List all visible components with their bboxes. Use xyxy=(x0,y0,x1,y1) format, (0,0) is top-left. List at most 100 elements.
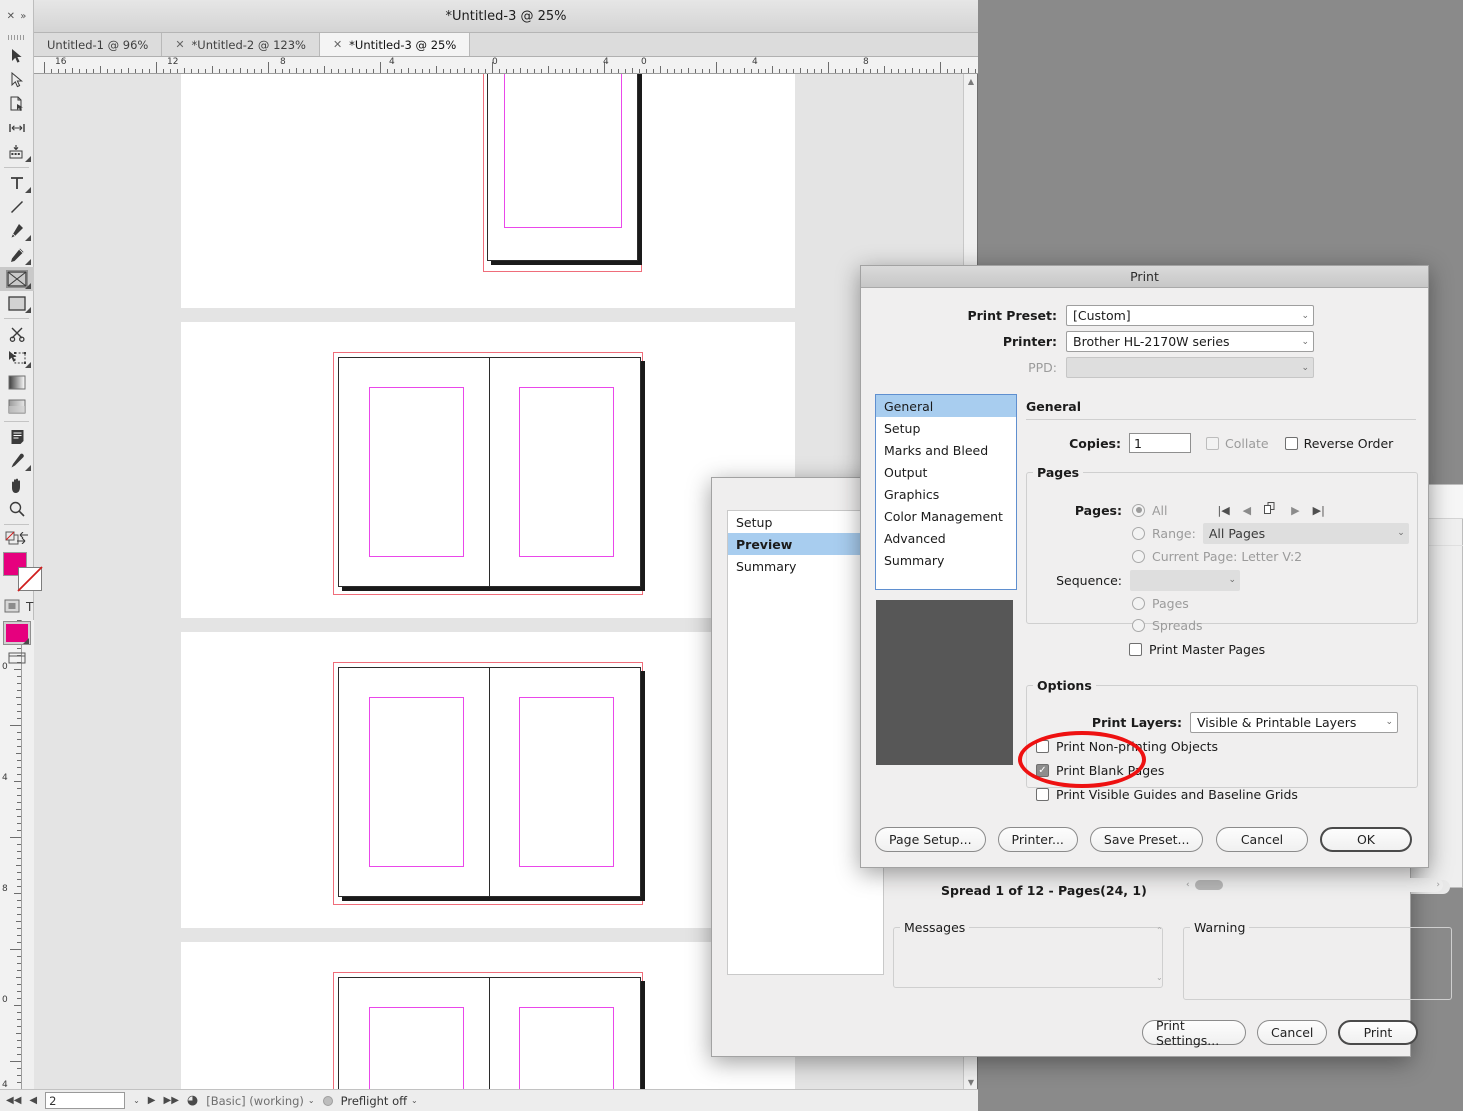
chevron-down-icon[interactable]: ⌄ xyxy=(1228,575,1236,585)
chevron-left-icon[interactable]: ‹ xyxy=(1186,878,1190,892)
sequence-spreads-radio[interactable] xyxy=(1132,618,1145,632)
print-dialog-cancel-button[interactable]: Cancel xyxy=(1216,827,1308,852)
previous-spread-icon[interactable]: ◀ xyxy=(1243,504,1251,517)
print-blank-pages-row[interactable]: Print Blank Pages xyxy=(1027,759,1419,782)
chevron-up-icon[interactable]: ▲ xyxy=(964,74,978,88)
previous-page-icon[interactable]: ◀ xyxy=(29,1095,37,1106)
chevron-down-icon[interactable]: ⌄ xyxy=(1397,528,1405,538)
tool-flyout-arrow[interactable] xyxy=(25,465,31,471)
pages-range-select[interactable]: All Pages ⌄ xyxy=(1202,522,1409,544)
gap-tool[interactable] xyxy=(0,116,34,140)
page-tool[interactable] xyxy=(0,92,34,116)
first-page-icon[interactable]: ◀◀ xyxy=(6,1095,21,1106)
chevron-down-icon[interactable]: ⌄ xyxy=(1301,337,1309,347)
spread-1[interactable] xyxy=(181,74,795,308)
spreads-icon[interactable] xyxy=(1264,502,1278,518)
print-layers-select[interactable]: Visible & Printable Layers ⌄ xyxy=(1190,711,1398,733)
tool-flyout-arrow[interactable] xyxy=(25,362,31,368)
printer-button[interactable]: Printer... xyxy=(997,827,1078,852)
pages-all-radio[interactable] xyxy=(1132,503,1145,517)
scrollbar-thumb[interactable] xyxy=(1195,880,1223,890)
print-master-pages-row[interactable]: Print Master Pages xyxy=(1027,638,1419,660)
last-page-icon[interactable]: ▶▶ xyxy=(164,1095,179,1106)
tools-panel[interactable]: ✕ » T xyxy=(0,0,43,664)
content-collector-tool[interactable] xyxy=(0,140,34,164)
sequence-pages-radio[interactable] xyxy=(1132,596,1145,610)
print-master-pages-checkbox[interactable] xyxy=(1129,642,1142,656)
horizontal-ruler[interactable]: 16 12 8 4 0 4 0 4 8 xyxy=(34,57,978,74)
sequence-pages-row[interactable]: Pages xyxy=(1027,592,1419,614)
print-nav-item-color-management[interactable]: Color Management xyxy=(876,505,1016,527)
sequence-spreads-row[interactable]: Spreads xyxy=(1027,614,1419,636)
print-visible-guides-checkbox[interactable] xyxy=(1036,788,1049,801)
gradient-swatch-tool[interactable] xyxy=(0,370,34,394)
tool-flyout-arrow[interactable] xyxy=(25,259,31,265)
tab-untitled-3[interactable]: ✕ *Untitled-3 @ 25% xyxy=(319,33,471,56)
print-button[interactable]: Print xyxy=(1338,1020,1418,1045)
apply-mode-row[interactable]: T xyxy=(0,596,33,618)
print-blank-pages-checkbox[interactable] xyxy=(1036,764,1049,777)
color-theme-tool[interactable] xyxy=(0,449,34,473)
page-navigation-controls[interactable]: |◀ ◀ ▶ ▶| xyxy=(1218,502,1325,518)
rectangle-tool[interactable] xyxy=(0,291,34,315)
style-selector[interactable]: [Basic] (working) ⌄ xyxy=(206,1094,314,1108)
pencil-tool[interactable] xyxy=(0,243,34,267)
save-preset-button[interactable]: Save Preset... xyxy=(1089,827,1204,852)
print-nav-item-graphics[interactable]: Graphics xyxy=(876,483,1016,505)
print-nonprinting-objects-checkbox[interactable] xyxy=(1036,740,1049,753)
tool-flyout-arrow[interactable] xyxy=(25,187,31,193)
hand-tool[interactable] xyxy=(0,473,34,497)
print-nav-item-setup[interactable]: Setup xyxy=(876,417,1016,439)
frame-tool[interactable] xyxy=(0,267,34,291)
clock-icon[interactable]: ◕ xyxy=(187,1093,198,1108)
page-dropdown-icon[interactable]: ⌄ xyxy=(133,1096,140,1105)
direct-selection-tool[interactable] xyxy=(0,68,34,92)
reverse-order-checkbox[interactable] xyxy=(1284,436,1298,450)
line-tool[interactable] xyxy=(0,195,34,219)
scissors-tool[interactable] xyxy=(0,322,34,346)
preview-cancel-button[interactable]: Cancel xyxy=(1257,1020,1328,1045)
tab-untitled-2[interactable]: ✕ *Untitled-2 @ 123% xyxy=(162,33,320,56)
page-setup-button[interactable]: Page Setup... xyxy=(875,827,986,852)
tool-flyout-arrow[interactable] xyxy=(25,307,31,313)
tool-flyout-arrow[interactable] xyxy=(25,235,31,241)
apply-color-button[interactable] xyxy=(0,618,33,648)
print-dialog[interactable]: Print Print Preset: [Custom] ⌄ Printer: … xyxy=(860,265,1429,868)
print-nav-item-summary[interactable]: Summary xyxy=(876,549,1016,571)
messages-scroll-up-icon[interactable]: ⌃ xyxy=(1156,926,1163,935)
formatting-affects-text-icon[interactable]: T xyxy=(26,600,33,614)
current-page-radio[interactable] xyxy=(1132,549,1145,563)
free-transform-tool[interactable] xyxy=(0,346,34,370)
tools-panel-grip[interactable] xyxy=(7,35,26,40)
formatting-affects-row[interactable] xyxy=(0,528,33,550)
tool-flyout-arrow[interactable] xyxy=(23,638,29,644)
pages-range-radio[interactable] xyxy=(1132,526,1145,540)
note-tool[interactable] xyxy=(0,425,34,449)
print-dialog-nav-list[interactable]: General Setup Marks and Bleed Output Gra… xyxy=(875,394,1017,590)
print-visible-guides-row[interactable]: Print Visible Guides and Baseline Grids xyxy=(1027,783,1419,806)
type-tool[interactable] xyxy=(0,171,34,195)
formatting-affects-frame-icon[interactable] xyxy=(4,599,20,616)
messages-scroll-down-icon[interactable]: ⌄ xyxy=(1156,973,1163,982)
collate-checkbox-row[interactable]: Collate xyxy=(1206,436,1269,451)
spread-3[interactable] xyxy=(181,632,795,928)
preview-thumbnail-scrollbar[interactable]: ‹ › xyxy=(1183,878,1443,892)
fill-stroke-proxy[interactable] xyxy=(0,550,43,596)
chevron-down-icon[interactable]: ⌄ xyxy=(411,1096,418,1105)
next-page-icon[interactable]: ▶ xyxy=(148,1095,156,1106)
expand-icon[interactable]: » xyxy=(20,11,26,22)
print-nav-item-output[interactable]: Output xyxy=(876,461,1016,483)
chevron-down-icon[interactable]: ▼ xyxy=(964,1075,978,1089)
print-nav-item-general[interactable]: General xyxy=(876,395,1016,417)
tab-untitled-1[interactable]: Untitled-1 @ 96% xyxy=(34,33,163,56)
sequence-select[interactable]: ⌄ xyxy=(1130,569,1240,591)
print-nav-item-marks-and-bleed[interactable]: Marks and Bleed xyxy=(876,439,1016,461)
printer-select[interactable]: Brother HL-2170W series ⌄ xyxy=(1066,331,1314,352)
gradient-feather-tool[interactable] xyxy=(0,394,34,418)
next-spread-icon[interactable]: ▶ xyxy=(1291,504,1299,517)
tool-flyout-arrow[interactable] xyxy=(25,283,31,289)
print-settings-button[interactable]: Print Settings... xyxy=(1142,1018,1247,1048)
chevron-down-icon[interactable]: ⌄ xyxy=(308,1096,315,1105)
close-icon[interactable]: ✕ xyxy=(7,11,15,22)
last-spread-icon[interactable]: ▶| xyxy=(1313,504,1325,517)
